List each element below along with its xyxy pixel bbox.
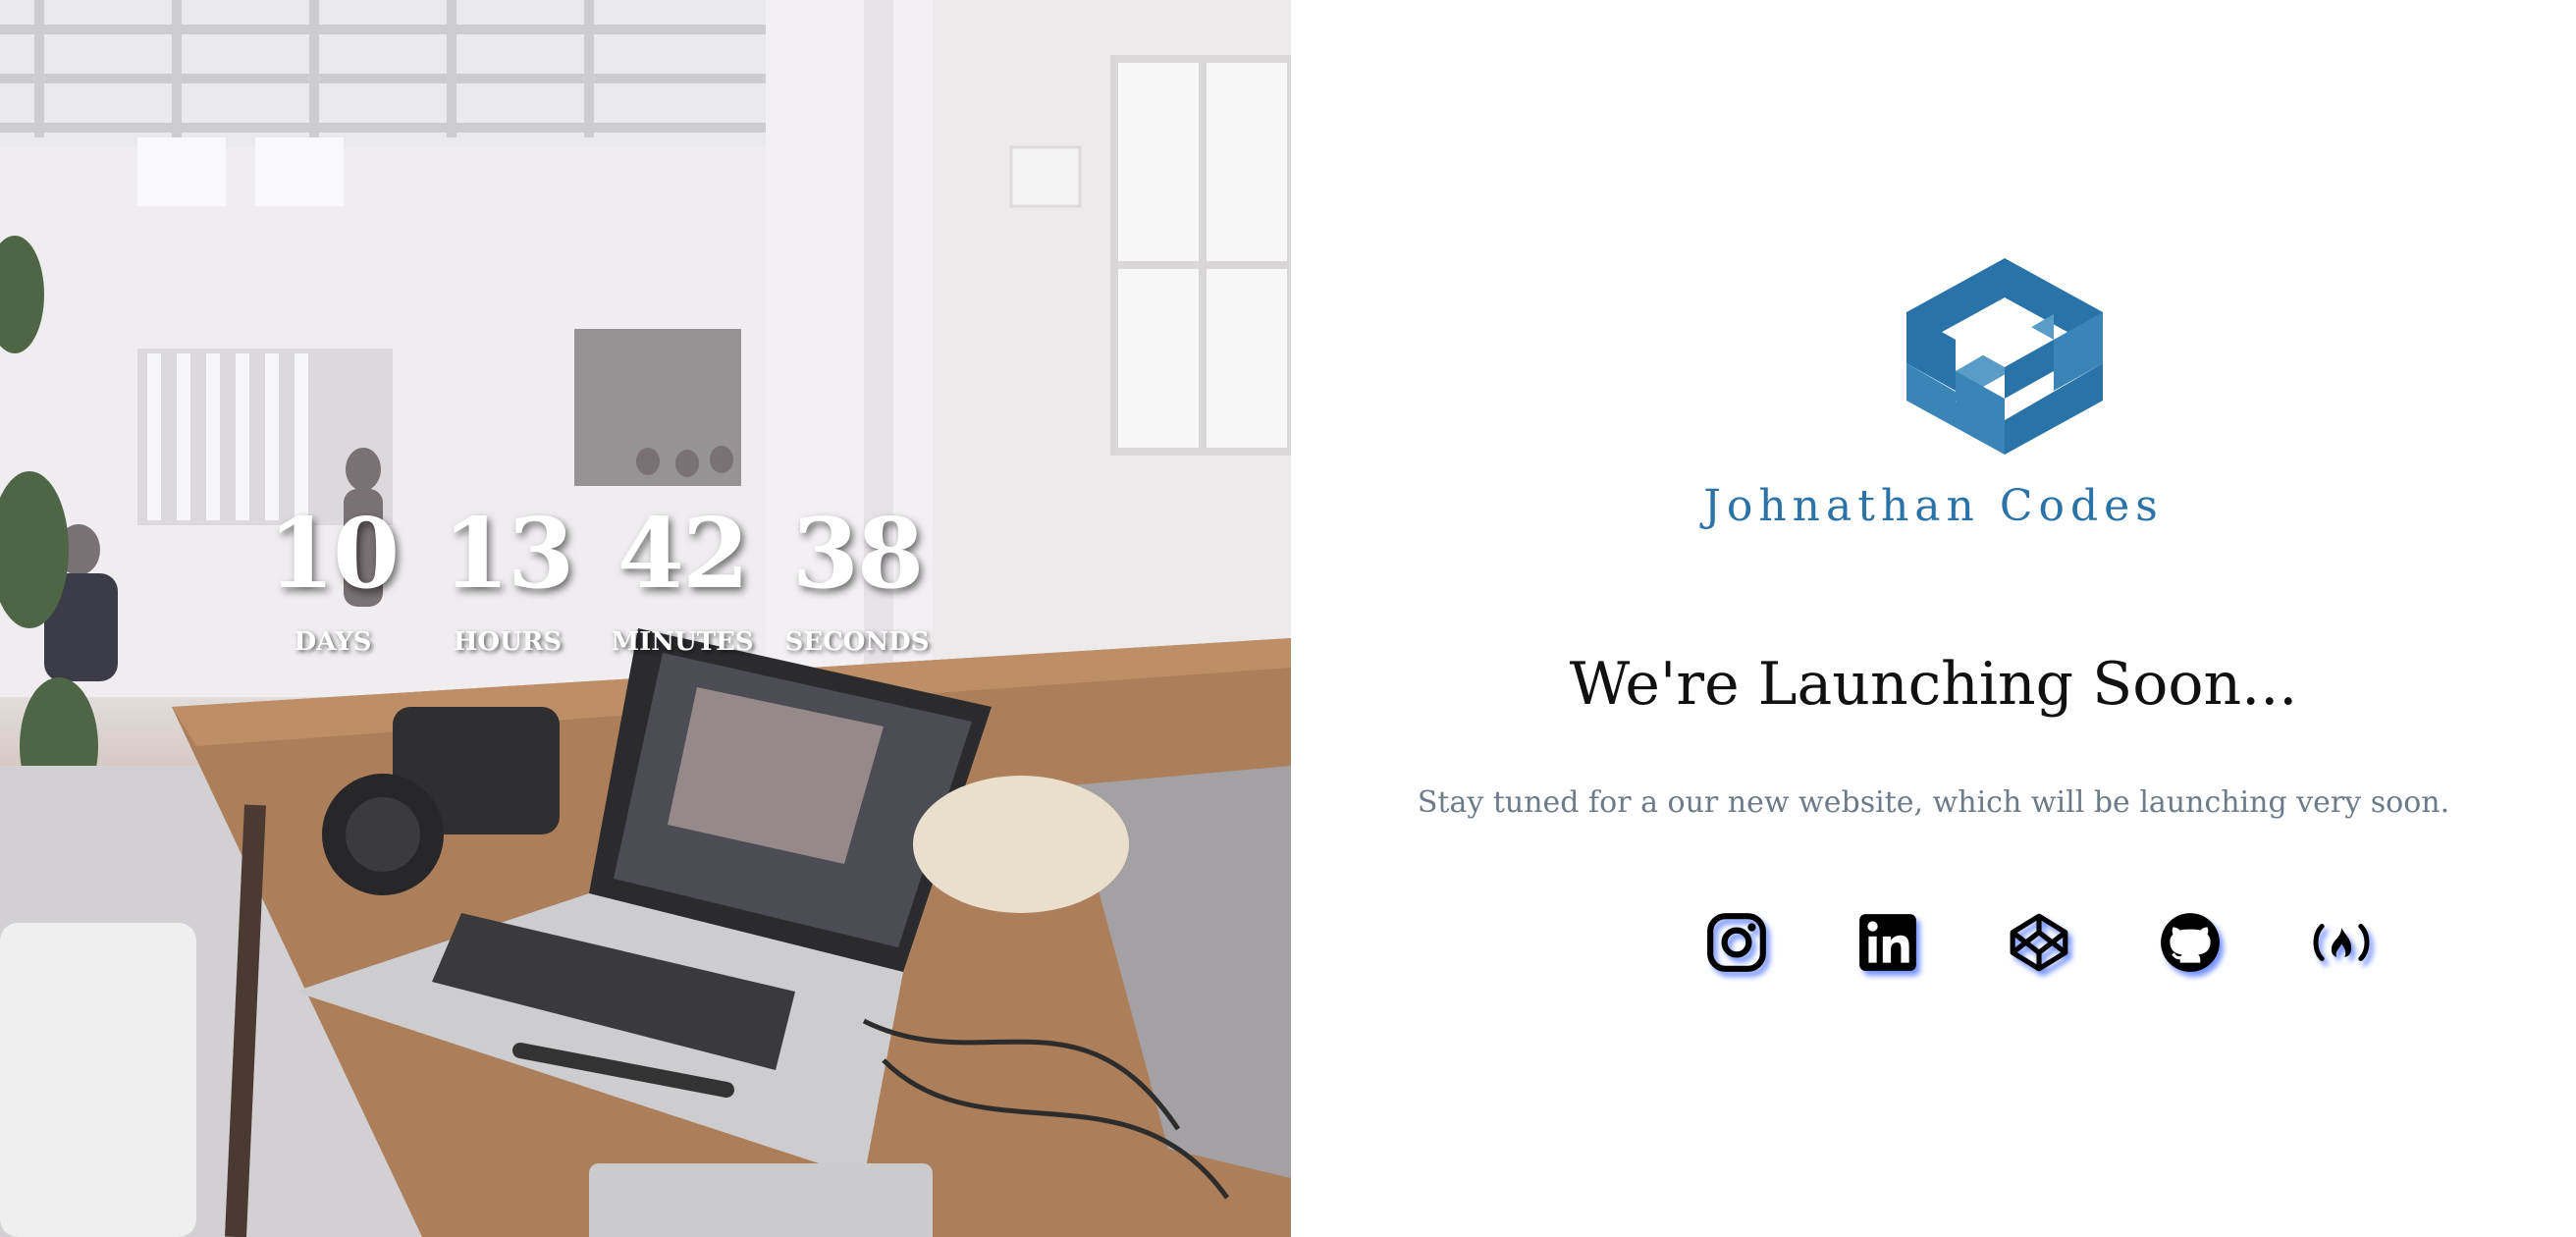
hero-photo: 10 DAYS 13 HOURS 42 MINUTES 38 SECONDS [0, 0, 1291, 1237]
countdown-days: 10 DAYS [245, 498, 420, 658]
seconds-value: 38 [791, 498, 924, 611]
content-panel: Johnathan Codes We're Launching Soon... … [1291, 0, 2576, 1237]
instagram-icon [1707, 913, 1766, 972]
seconds-label: SECONDS [784, 627, 930, 657]
page-subtitle: Stay tuned for a our new website, which … [1417, 785, 2450, 820]
social-links [1661, 909, 2417, 976]
countdown-seconds: 38 SECONDS [770, 498, 944, 658]
brand-name: Johnathan Codes [1703, 481, 2164, 531]
codepen-icon [2010, 913, 2068, 972]
page-title: We're Launching Soon... [1569, 650, 2298, 719]
hours-label: HOURS [453, 627, 563, 657]
days-value: 10 [267, 498, 400, 611]
minutes-value: 42 [617, 498, 749, 611]
countdown-timer: 10 DAYS 13 HOURS 42 MINUTES 38 SECONDS [245, 498, 944, 658]
countdown-hours: 13 HOURS [420, 498, 595, 658]
hours-value: 13 [442, 498, 574, 611]
freecodecamp-link[interactable] [2266, 909, 2417, 976]
instagram-link[interactable] [1661, 909, 1812, 976]
github-icon [2161, 913, 2220, 972]
days-label: DAYS [294, 627, 372, 657]
coming-soon-page: 10 DAYS 13 HOURS 42 MINUTES 38 SECONDS J… [0, 0, 2576, 1237]
codepen-link[interactable] [1963, 909, 2115, 976]
brand-logo-icon [1906, 258, 2103, 455]
minutes-label: MINUTES [611, 627, 754, 657]
github-link[interactable] [2115, 909, 2266, 976]
linkedin-link[interactable] [1812, 909, 1963, 976]
linkedin-icon [1859, 914, 1916, 971]
freecodecamp-icon [2313, 924, 2370, 961]
countdown-minutes: 42 MINUTES [595, 498, 770, 658]
